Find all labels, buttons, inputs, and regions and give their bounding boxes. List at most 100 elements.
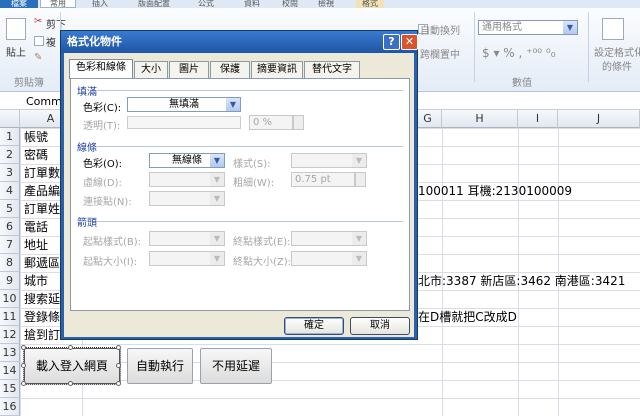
dashed-select[interactable]: ▼: [149, 172, 225, 187]
select-all[interactable]: [0, 110, 20, 128]
begin-style-select[interactable]: ▼: [149, 231, 225, 246]
end-size-select[interactable]: ▼: [291, 251, 367, 266]
column-header[interactable]: H: [442, 110, 518, 128]
row-header[interactable]: 10: [0, 290, 20, 308]
begin-size-select[interactable]: ▼: [149, 251, 225, 266]
cell-a7[interactable]: 地址: [24, 236, 48, 254]
weight-input[interactable]: 0.75 pt: [291, 172, 355, 187]
conditional-format-icon[interactable]: [602, 18, 624, 40]
cancel-button[interactable]: 取消: [350, 317, 410, 335]
group-separator: [588, 12, 589, 82]
row-header[interactable]: 9: [0, 272, 20, 290]
transparency-input[interactable]: 0 %: [249, 115, 293, 130]
tab-formulas[interactable]: 公式: [198, 0, 214, 8]
chevron-down-icon: ▼: [210, 192, 224, 205]
weight-spinner[interactable]: [355, 172, 366, 187]
paste-icon[interactable]: [6, 18, 26, 40]
auto-run-button[interactable]: 自動執行: [127, 348, 193, 384]
cut-icon[interactable]: ✂: [34, 16, 42, 27]
tab-colors-lines[interactable]: 色彩和線條: [69, 59, 133, 79]
resize-handle[interactable]: [21, 381, 26, 386]
name-box[interactable]: Comm: [26, 95, 62, 108]
resize-handle[interactable]: [116, 363, 121, 368]
row-header[interactable]: 12: [0, 326, 20, 344]
resize-handle[interactable]: [116, 381, 121, 386]
dashed-label: 虛線(D):: [83, 178, 122, 189]
tab-alt-text[interactable]: 替代文字: [304, 61, 360, 78]
row-header[interactable]: 2: [0, 146, 20, 164]
tab-size[interactable]: 大小: [134, 61, 168, 78]
tab-insert[interactable]: 插入: [92, 0, 108, 8]
resize-handle[interactable]: [21, 363, 26, 368]
close-icon[interactable]: ✕: [401, 34, 418, 50]
chevron-down-icon: ▼: [563, 21, 577, 34]
column-header[interactable]: J: [558, 110, 640, 128]
cell-g9[interactable]: 北市:3387 新店區:3462 南港區:3421: [418, 272, 625, 290]
row-header[interactable]: 3: [0, 164, 20, 182]
row-header[interactable]: 8: [0, 254, 20, 272]
row-header[interactable]: 14: [0, 362, 20, 380]
transparency-spinner[interactable]: [293, 115, 304, 130]
cell-g11[interactable]: 在D槽就把C改成D: [418, 308, 517, 326]
no-delay-button[interactable]: 不用延遲: [200, 348, 272, 384]
cell-g4[interactable]: 100011 耳機:2130100009: [418, 182, 572, 200]
transparency-slider[interactable]: [127, 116, 241, 129]
cond-format-label[interactable]: 設定格式化: [594, 44, 640, 59]
accounting-icon[interactable]: $ ▾ % , ⁺⁰⁰ ⁰₀: [482, 46, 556, 60]
end-style-select[interactable]: ▼: [291, 231, 367, 246]
cell-a3[interactable]: 訂單數: [24, 164, 60, 182]
row-header[interactable]: 1: [0, 128, 20, 146]
row-header[interactable]: 15: [0, 380, 20, 398]
cell-a12[interactable]: 搶到訂: [24, 326, 60, 344]
fill-color-select[interactable]: 無填滿 ▼: [127, 97, 241, 112]
cut-label[interactable]: 剪下: [46, 16, 66, 31]
row-header[interactable]: 13: [0, 344, 20, 362]
resize-handle[interactable]: [21, 345, 26, 350]
cell-a2[interactable]: 密碼: [24, 146, 48, 164]
resize-handle[interactable]: [116, 345, 121, 350]
column-header[interactable]: G: [414, 110, 442, 128]
line-style-select[interactable]: ▼: [291, 153, 367, 168]
tab-picture[interactable]: 圖片: [169, 61, 209, 78]
cell-a1[interactable]: 帳號: [24, 128, 48, 146]
cell-a4[interactable]: 產品編: [24, 182, 60, 200]
connector-select[interactable]: ▼: [149, 191, 225, 206]
cell-a11[interactable]: 登錄條: [24, 308, 60, 326]
tab-protection[interactable]: 保護: [210, 61, 250, 78]
row-header[interactable]: 6: [0, 218, 20, 236]
row-header[interactable]: 11: [0, 308, 20, 326]
cell-a10[interactable]: 搜索延: [24, 290, 60, 308]
resize-handle[interactable]: [68, 381, 73, 386]
tab-view[interactable]: 檢視: [318, 0, 334, 8]
load-login-page-button[interactable]: 載入登入網頁: [23, 347, 121, 385]
row-header[interactable]: 4: [0, 182, 20, 200]
ok-button[interactable]: 確定: [284, 317, 344, 335]
line-color-select[interactable]: 無線條 ▼: [149, 153, 225, 168]
cell-a8[interactable]: 郵遞區: [24, 254, 60, 272]
tab-home[interactable]: 常用: [40, 0, 76, 8]
tab-file[interactable]: 檔案: [0, 0, 38, 8]
tab-properties[interactable]: 摘要資訊: [251, 61, 303, 78]
copy-icon[interactable]: [34, 36, 44, 46]
number-format-select[interactable]: 通用格式 ▼: [478, 20, 578, 35]
copy-label[interactable]: 複: [46, 34, 56, 49]
format-painter-icon[interactable]: ✎: [34, 52, 42, 63]
chevron-down-icon: ▼: [210, 232, 224, 245]
dialog-title[interactable]: 格式化物件: [61, 31, 417, 53]
resize-handle[interactable]: [68, 345, 73, 350]
tab-format[interactable]: 格式: [356, 0, 384, 8]
tab-page-layout[interactable]: 版面配置: [138, 0, 170, 8]
row-header[interactable]: 16: [0, 398, 20, 416]
cell-a9[interactable]: 城市: [24, 272, 48, 290]
cell-a6[interactable]: 電話: [24, 218, 48, 236]
tab-review[interactable]: 校閱: [282, 0, 298, 8]
row-header[interactable]: 7: [0, 236, 20, 254]
wrap-text-label[interactable]: 自動換列: [420, 22, 460, 37]
row-header[interactable]: 5: [0, 200, 20, 218]
help-icon[interactable]: ?: [383, 34, 400, 50]
column-header[interactable]: I: [518, 110, 558, 128]
cell-a5[interactable]: 訂單姓: [24, 200, 60, 218]
section-divider: [97, 221, 403, 222]
tab-data[interactable]: 資料: [244, 0, 260, 8]
merge-center-label[interactable]: 跨欄置中: [420, 46, 460, 61]
